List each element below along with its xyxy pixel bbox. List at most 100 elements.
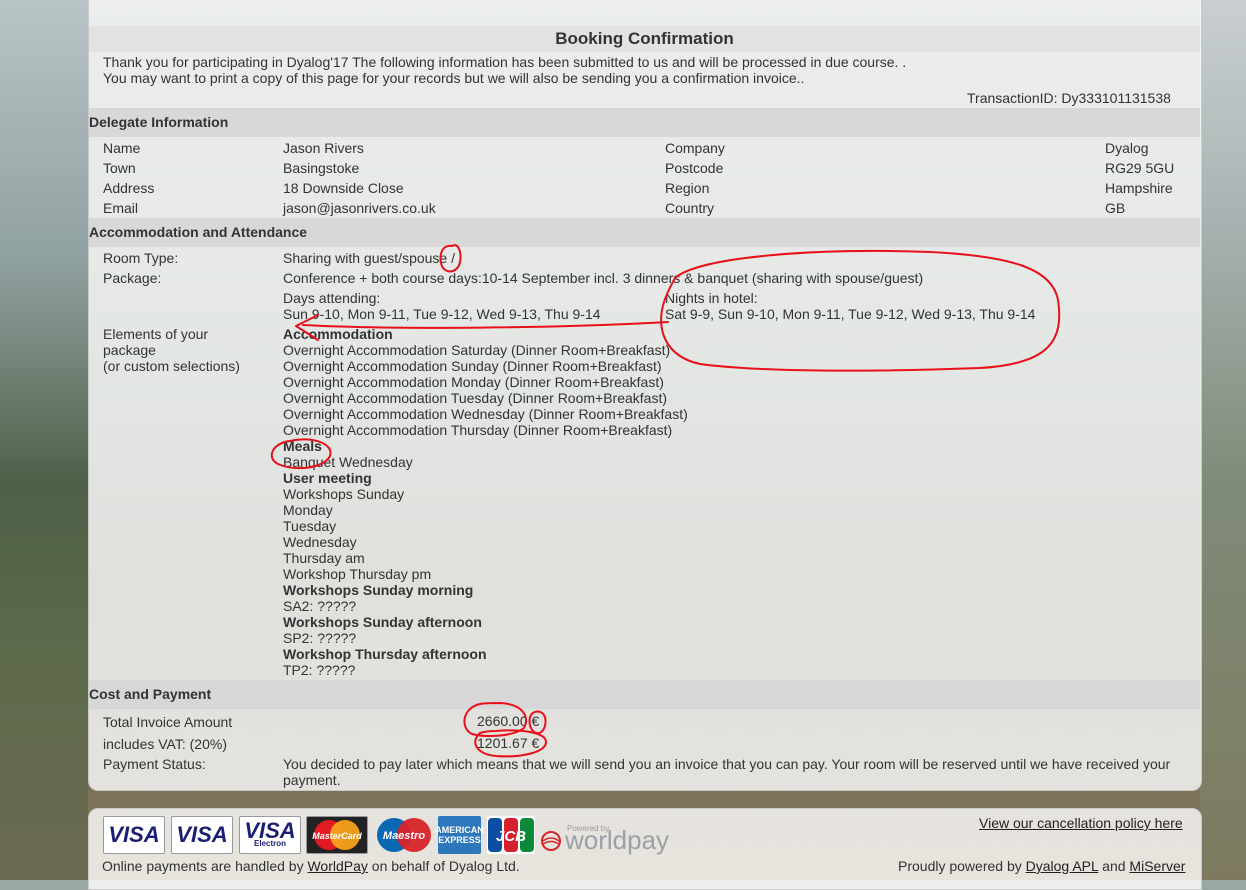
handled-prefix: Online payments are handled by xyxy=(102,858,308,874)
payment-status-label: Payment Status: xyxy=(103,756,206,772)
elements-label-3: (or custom selections) xyxy=(103,358,240,374)
package-element-item: Tuesday xyxy=(283,518,337,534)
package-element-item: TP2: ????? xyxy=(283,662,356,678)
package-element-item: SA2: ????? xyxy=(283,598,357,614)
package-element-item: Overnight Accommodation Tuesday (Dinner … xyxy=(283,390,668,406)
postcode-value: RG29 5GU xyxy=(1105,160,1175,176)
package-element-item: Overnight Accommodation Saturday (Dinner… xyxy=(283,342,671,358)
jcb-logo: JCB xyxy=(487,816,535,854)
elements-label-2: package xyxy=(103,342,156,358)
package-element-item: Workshop Thursday pm xyxy=(283,566,432,582)
package-element-item: Workshops Sunday xyxy=(283,486,405,502)
mastercard-text: MasterCard xyxy=(312,831,362,841)
mastercard-circles-icon: MasterCard xyxy=(312,820,362,850)
visa-logo-text-2: VISA xyxy=(176,822,228,847)
transaction-id: TransactionID: Dy333101131538 xyxy=(967,90,1171,106)
total-invoice-value: 2660.00 € xyxy=(477,713,540,729)
package-element-item: Wednesday xyxy=(283,534,357,550)
cost-header-text: Cost and Payment xyxy=(89,686,212,702)
country-value: GB xyxy=(1105,200,1126,216)
email-value: jason@jasonrivers.co.uk xyxy=(283,200,436,216)
town-value: Basingstoke xyxy=(283,160,360,176)
background-left xyxy=(0,0,88,880)
intro-line-2: You may want to print a copy of this pag… xyxy=(103,70,805,86)
vat-value: 1201.67 € xyxy=(477,735,540,751)
electron-text: Electron xyxy=(253,839,286,848)
accommodation-section-header: Accommodation and Attendance xyxy=(89,218,1200,247)
miserver-link[interactable]: MiServer xyxy=(1129,858,1185,874)
package-element-item: Monday xyxy=(283,502,333,518)
visa-card-logo: VISA xyxy=(103,816,165,854)
vat-label: includes VAT: (20%) xyxy=(103,736,227,752)
address-value: 18 Downside Close xyxy=(283,180,404,196)
handled-suffix: on behalf of Dyalog Ltd. xyxy=(367,858,520,874)
nights-value: Sat 9-9, Sun 9-10, Mon 9-11, Tue 9-12, W… xyxy=(665,306,1036,322)
mastercard-logo: MasterCard xyxy=(306,816,368,854)
package-element-heading: Workshops Sunday morning xyxy=(283,582,474,598)
payments-handled-text: Online payments are handled by WorldPay … xyxy=(102,858,520,874)
worldpay-logo-icon: Powered by worldpay xyxy=(541,824,669,855)
package-element-item: Overnight Accommodation Monday (Dinner R… xyxy=(283,374,664,390)
jcb-stripes-icon: JCB xyxy=(488,818,534,852)
town-label: Town xyxy=(103,160,136,176)
dyalog-apl-link[interactable]: Dyalog APL xyxy=(1026,858,1099,874)
name-value: Jason Rivers xyxy=(283,140,364,156)
payment-status-line-1: You decided to pay later which means tha… xyxy=(283,756,1171,772)
room-type-value: Sharing with guest/spouse / xyxy=(283,250,455,266)
worldpay-logo: Powered by worldpay xyxy=(541,821,681,857)
email-label: Email xyxy=(103,200,139,216)
amex-text-1: AMERICAN xyxy=(435,825,484,835)
maestro-circles-icon: Maestro xyxy=(377,818,431,852)
package-element-item: Banquet Wednesday xyxy=(283,454,413,470)
cancellation-policy-link[interactable]: View our cancellation policy here xyxy=(979,815,1183,831)
nights-label: Nights in hotel: xyxy=(665,290,758,306)
powered-prefix: Proudly powered by xyxy=(898,858,1026,874)
delegate-section-header: Delegate Information xyxy=(89,108,1200,137)
region-label: Region xyxy=(665,180,710,196)
package-element-item: Overnight Accommodation Thursday (Dinner… xyxy=(283,422,673,438)
room-type-label: Room Type: xyxy=(103,250,179,266)
maestro-logo: Maestro xyxy=(374,816,434,854)
cost-section-header: Cost and Payment xyxy=(89,680,1200,709)
company-label: Company xyxy=(665,140,725,156)
days-attending-value: Sun 9-10, Mon 9-11, Tue 9-12, Wed 9-13, … xyxy=(283,306,601,322)
package-label: Package: xyxy=(103,270,162,286)
visa-debit-card-logo: VISA xyxy=(171,816,233,854)
postcode-label: Postcode xyxy=(665,160,724,176)
days-attending-label: Days attending: xyxy=(283,290,381,306)
worldpay-link[interactable]: WorldPay xyxy=(307,858,367,874)
amex-logo: AMERICAN EXPRESS xyxy=(435,816,484,854)
delegate-header-text: Delegate Information xyxy=(89,114,229,130)
package-element-item: Thursday am xyxy=(283,550,365,566)
package-element-heading: Meals xyxy=(283,438,322,454)
and-text: and xyxy=(1098,858,1130,874)
region-value: Hampshire xyxy=(1105,180,1173,196)
payment-status-line-2: payment. xyxy=(283,772,341,788)
page-title: Booking Confirmation xyxy=(89,26,1200,52)
address-label: Address xyxy=(103,180,155,196)
company-value: Dyalog xyxy=(1105,140,1149,156)
package-element-heading: User meeting xyxy=(283,470,372,486)
total-invoice-label: Total Invoice Amount xyxy=(103,714,233,730)
country-label: Country xyxy=(665,200,715,216)
background-right xyxy=(1200,0,1246,880)
package-element-item: Overnight Accommodation Sunday (Dinner R… xyxy=(283,358,662,374)
maestro-text: Maestro xyxy=(383,830,425,842)
amex-text-2: EXPRESS xyxy=(438,835,481,845)
powered-by-text: Proudly powered by Dyalog APL and MiServ… xyxy=(898,858,1185,874)
name-label: Name xyxy=(103,140,141,156)
visa-electron-card-logo: VISA Electron xyxy=(239,816,301,854)
package-element-heading: Workshops Sunday afternoon xyxy=(283,614,482,630)
worldpay-logo-text: worldpay xyxy=(564,825,669,855)
accommodation-header-text: Accommodation and Attendance xyxy=(89,224,308,240)
visa-electron-text: VISA xyxy=(244,818,296,843)
package-value: Conference + both course days:10-14 Sept… xyxy=(283,270,924,286)
jcb-text: JCB xyxy=(496,828,526,845)
package-element-heading: Workshop Thursday afternoon xyxy=(283,646,487,662)
package-element-heading: Accommodation xyxy=(283,326,393,342)
intro-line-1: Thank you for participating in Dyalog'17… xyxy=(103,54,907,70)
elements-label-1: Elements of your xyxy=(103,326,209,342)
visa-logo-text: VISA xyxy=(108,822,160,847)
package-element-item: SP2: ????? xyxy=(283,630,357,646)
package-element-item: Overnight Accommodation Wednesday (Dinne… xyxy=(283,406,688,422)
